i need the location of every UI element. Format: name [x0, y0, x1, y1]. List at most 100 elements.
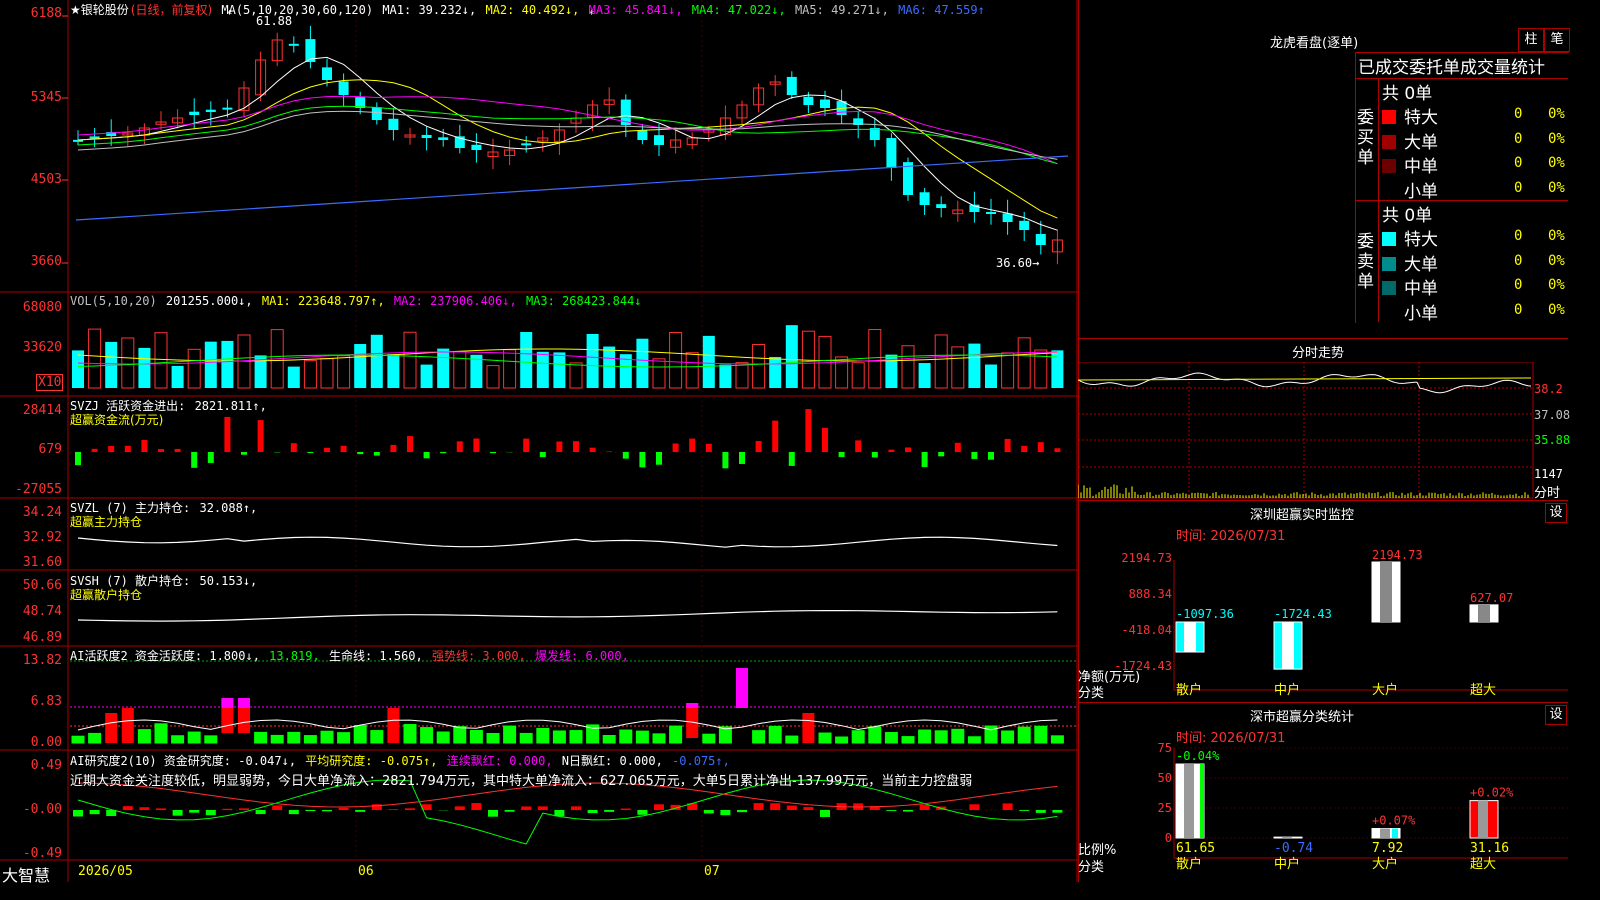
monitor-value-label: -1724.43 [1274, 607, 1332, 621]
fund-flow-bar [290, 443, 297, 452]
price-tick: 5345 [30, 90, 62, 105]
fund-flow-subtitle: 超赢资金流(万元) [70, 413, 164, 427]
monitor-bar-highlight [1282, 622, 1294, 670]
intraday-title: 分时走势 [1292, 346, 1345, 361]
activity-bar [486, 732, 500, 744]
research-bar [654, 804, 664, 810]
color-swatch [1382, 159, 1396, 173]
buy-total: 共 0单 [1382, 84, 1433, 104]
legend-item: MA1: 39.232↓, [382, 3, 484, 17]
research-bar [504, 810, 515, 812]
order-stat-label: 大单 [1404, 254, 1438, 275]
ma-line [77, 79, 1058, 219]
fund-flow-bar [539, 452, 546, 458]
fund-flow-bar [606, 451, 613, 452]
pen-mode-button[interactable]: 笔 [1544, 28, 1570, 52]
class-tick: 25 [1158, 801, 1172, 815]
activity-bar [353, 725, 367, 744]
legend-item: MA2: 40.492↓, [485, 3, 587, 17]
research-bar [73, 810, 83, 817]
fund-flow-bar [622, 452, 629, 459]
volume-bar [951, 346, 965, 389]
volume-bar [354, 344, 367, 388]
research-bar [172, 810, 183, 816]
research-bar [737, 810, 747, 813]
volume-bar [702, 335, 715, 388]
fund-flow-bar [75, 452, 81, 466]
intraday-tick: 1147 [1534, 467, 1563, 481]
activity-bar [436, 731, 450, 744]
legend-item: 50.153↓, [199, 574, 258, 588]
order-stats-header[interactable]: 已成交委托单成交量统计 [1358, 53, 1545, 78]
research-bar [255, 810, 266, 815]
candle-body [205, 109, 216, 112]
research-bar [571, 806, 581, 810]
sz-monitor-settings-button[interactable]: 设 [1545, 503, 1567, 523]
activity-bar [1001, 730, 1015, 744]
volume-bar [171, 365, 184, 388]
volume-bar [603, 346, 616, 388]
activity-bar [287, 731, 301, 744]
fund-flow-bar [838, 452, 845, 457]
sz-class-settings-button[interactable]: 设 [1545, 705, 1567, 725]
kline-chart-area[interactable]: * * [0, 0, 1078, 882]
activity-bar [702, 733, 716, 744]
fund-flow-bar [141, 440, 148, 452]
retail-holding-tick: 50.66 [22, 578, 62, 593]
candle-body [471, 144, 482, 150]
activity-bar [137, 729, 151, 744]
monitor-bar-highlight [1380, 562, 1392, 622]
fund-flow-bar [158, 449, 164, 452]
activity-bar [221, 698, 234, 708]
activity-bar [337, 732, 351, 744]
fund-flow-tick: 28414 [22, 403, 62, 418]
color-swatch [1382, 281, 1396, 295]
fund-flow-bar [257, 420, 264, 452]
volume-bar [503, 349, 517, 389]
retail-holding-tick: 46.89 [22, 630, 62, 645]
activity-bar [320, 730, 334, 744]
monitor-category: 中户 [1274, 682, 1300, 698]
order-stat-percent: 0% [1548, 228, 1565, 244]
candle-body [654, 135, 664, 145]
research-bar [355, 810, 366, 812]
fund-flow-bar [456, 441, 463, 452]
candle-body [222, 107, 233, 110]
activity-tick: 0.00 [30, 735, 62, 750]
intraday-chart[interactable] [1078, 362, 1568, 500]
research-bar [820, 810, 830, 817]
bar-mode-button[interactable]: 柱 [1518, 28, 1544, 52]
research-bar [604, 810, 615, 812]
activity-bar [88, 732, 102, 744]
activity-bar [686, 703, 699, 738]
order-stat-percent: 0% [1548, 252, 1565, 269]
class-category: 超大 [1470, 857, 1496, 872]
order-stat-value: 0 [1514, 277, 1523, 293]
legend-item: 平均研究度: -0.075↑, [305, 754, 445, 768]
research-bar [537, 806, 548, 810]
volume-bar [586, 333, 599, 388]
fund-flow-bar [656, 452, 662, 465]
candle-body [803, 96, 814, 105]
candle-body [1002, 213, 1013, 222]
class-top-label: -0.04% [1176, 749, 1220, 763]
volume-bar [138, 347, 151, 388]
fund-flow-bar [705, 443, 712, 452]
activity-bar [951, 728, 965, 744]
stock-name: ★银轮股份 [70, 3, 129, 17]
ma-line [77, 56, 1058, 231]
fund-flow-bar [1021, 445, 1028, 452]
legend-item: MA3: 268423.844↓ [525, 294, 642, 308]
activity-bar [736, 668, 748, 708]
activity-bar [204, 735, 218, 744]
research-tick: -0.49 [22, 846, 62, 861]
volume-bar [221, 340, 234, 388]
fund-flow-bar [556, 441, 563, 452]
research-bar [239, 808, 249, 810]
class-bar-highlight [1478, 800, 1488, 838]
activity-tick: 6.83 [30, 694, 62, 709]
research-bar [272, 805, 283, 810]
activity-bar [619, 729, 633, 744]
activity-bar [669, 725, 683, 744]
volume-bar [918, 363, 931, 388]
